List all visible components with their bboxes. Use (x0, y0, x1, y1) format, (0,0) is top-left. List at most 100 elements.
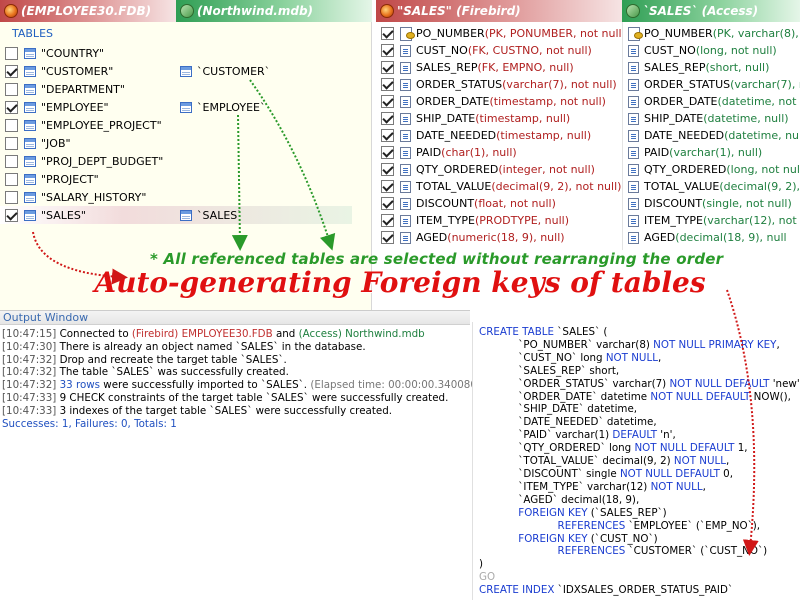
field-row[interactable]: SHIP_DATE (timestamp, null) (376, 110, 570, 127)
table-checkbox[interactable] (5, 46, 18, 60)
table-checkbox[interactable] (5, 190, 18, 204)
output-log: [10:47:15] Connected to (Firebird) EMPLO… (0, 325, 487, 433)
table-row[interactable]: "DEPARTMENT" (0, 80, 352, 98)
field-checkbox[interactable] (381, 214, 394, 227)
log-summary: Successes: 1, Failures: 0, Totals: 1 (2, 417, 177, 430)
field-row[interactable]: ORDER_DATE (datetime, not nul (623, 93, 800, 110)
table-checkbox[interactable] (5, 172, 18, 186)
source-db-name: (EMPLOYEE30.FDB) (21, 4, 152, 18)
field-row[interactable]: DATE_NEEDED (timestamp, null) (376, 127, 591, 144)
field-checkbox[interactable] (381, 78, 394, 91)
field-checkbox[interactable] (381, 44, 394, 57)
log-segment: (Access) Northwind.mdb (298, 328, 425, 340)
field-icon (400, 146, 411, 159)
table-row[interactable]: "JOB" (0, 134, 352, 152)
field-row[interactable]: ITEM_TYPE (PRODTYPE, null) (376, 212, 569, 229)
table-icon (24, 65, 36, 77)
target-fields-title: `SALES` (Access) (643, 4, 759, 18)
target-table-name: `EMPLOYEE` (197, 100, 266, 114)
table-row[interactable]: "SALARY_HISTORY" (0, 188, 352, 206)
table-row[interactable]: "SALES" `SALES` (0, 206, 352, 224)
log-segment: 33 rows (59, 379, 101, 392)
field-checkbox[interactable] (381, 197, 394, 210)
field-row[interactable]: SHIP_DATE (datetime, null) (623, 110, 789, 127)
table-checkbox[interactable] (5, 154, 18, 168)
field-row[interactable]: ITEM_TYPE (varchar(12), not n (623, 212, 800, 229)
field-row[interactable]: ORDER_STATUS (varchar(7), not null) (376, 76, 617, 93)
sql-segment: 'n', (657, 429, 676, 442)
table-checkbox[interactable] (5, 208, 18, 222)
table-row[interactable]: "PROJ_DEPT_BUDGET" (0, 152, 352, 170)
sql-segment: `AGED` decimal(18, 9), (479, 493, 640, 506)
table-icon (24, 191, 36, 203)
field-icon (628, 95, 639, 108)
table-row[interactable]: "COUNTRY" (0, 44, 352, 62)
field-checkbox[interactable] (381, 163, 394, 176)
table-row[interactable]: "EMPLOYEE_PROJECT" (0, 116, 352, 134)
field-checkbox[interactable] (381, 112, 394, 125)
sql-segment: `DATE_NEEDED` datetime, (479, 416, 657, 429)
log-line: [10:47:33] 3 indexes of the target table… (2, 405, 468, 418)
table-checkbox[interactable] (5, 136, 18, 150)
field-row[interactable]: ORDER_STATUS (varchar(7), not n (623, 76, 800, 93)
field-row[interactable]: AGED (decimal(18, 9), null (623, 229, 787, 246)
field-row[interactable]: DISCOUNT (single, not null) (623, 195, 792, 212)
field-checkbox[interactable] (381, 95, 394, 108)
table-checkbox[interactable] (5, 118, 18, 132)
field-row[interactable]: PAID (varchar(1), null) (623, 144, 762, 161)
field-row[interactable]: DISCOUNT (float, not null) (376, 195, 556, 212)
field-row[interactable]: QTY_ORDERED (integer, not null) (376, 161, 595, 178)
field-row[interactable]: CUST_NO (long, not null) (623, 42, 777, 59)
log-line: [10:47:30] There is already an object na… (2, 341, 468, 354)
output-window: Output Window [10:47:15] Connected to (F… (0, 310, 487, 600)
field-checkbox[interactable] (381, 27, 394, 40)
field-row[interactable]: CUST_NO (FK, CUSTNO, not null) (376, 42, 592, 59)
table-checkbox[interactable] (5, 100, 18, 114)
table-row[interactable]: "EMPLOYEE" `EMPLOYEE` (0, 98, 352, 116)
sql-segment: , (657, 351, 662, 364)
field-type: (numeric(18, 9), null) (447, 231, 565, 244)
field-checkbox[interactable] (381, 231, 394, 244)
sql-segment: `DISCOUNT` single (479, 467, 620, 480)
sql-line: `QTY_ORDERED` long NOT NULL DEFAULT 1, (479, 442, 800, 455)
table-row[interactable]: "CUSTOMER" `CUSTOMER` (0, 62, 352, 80)
field-row[interactable]: SALES_REP (FK, EMPNO, null) (376, 59, 574, 76)
field-row[interactable]: QTY_ORDERED (long, not null) (623, 161, 800, 178)
field-row[interactable]: PO_NUMBER (PK, PONUMBER, not null) (376, 25, 622, 42)
field-icon (628, 44, 639, 57)
table-checkbox[interactable] (5, 64, 18, 78)
field-type: (varchar(7), not n (730, 78, 800, 91)
sql-line: `ITEM_TYPE` varchar(12) NOT NULL, (479, 481, 800, 494)
field-checkbox[interactable] (381, 61, 394, 74)
table-row[interactable]: "PROJECT" (0, 170, 352, 188)
sql-line: FOREIGN KEY (`SALES_REP`) (479, 507, 800, 520)
log-segment: Drop and recreate the target table `SALE… (59, 353, 287, 366)
field-row[interactable]: DATE_NEEDED (datetime, null) (623, 127, 800, 144)
field-row[interactable]: TOTAL_VALUE (decimal(9, 2), no (623, 178, 800, 195)
table-name: "PROJ_DEPT_BUDGET" (41, 154, 164, 168)
table-checkbox[interactable] (5, 82, 18, 96)
field-row[interactable]: PO_NUMBER (PK, varchar(8), no (623, 25, 800, 42)
sql-segment: (`CUST_NO`) (587, 532, 658, 545)
sql-script-view[interactable]: CREATE TABLE `SALES` ( `PO_NUMBER` varch… (472, 322, 800, 600)
field-type: (timestamp, null) (475, 112, 571, 125)
field-checkbox[interactable] (381, 146, 394, 159)
field-type: (decimal(9, 2), no (719, 180, 800, 193)
field-type: (decimal(9, 2), not null) (491, 180, 622, 193)
sql-segment: , (776, 338, 780, 351)
main-title: Auto-generating Foreign keys of tables (94, 266, 706, 299)
field-checkbox[interactable] (381, 180, 394, 193)
log-line: [10:47:15] Connected to (Firebird) EMPLO… (2, 328, 468, 341)
field-row[interactable]: PAID (char(1), null) (376, 144, 517, 161)
field-name: SHIP_DATE (644, 112, 704, 125)
field-type: (datetime, not nul (717, 95, 800, 108)
table-icon (180, 65, 192, 77)
field-type: (datetime, null) (724, 129, 800, 142)
field-row[interactable]: SALES_REP (short, null) (623, 59, 769, 76)
field-name: ORDER_STATUS (416, 78, 503, 91)
sql-line: CREATE TABLE `SALES` ( (479, 326, 800, 339)
field-row[interactable]: AGED (numeric(18, 9), null) (376, 229, 565, 246)
field-checkbox[interactable] (381, 129, 394, 142)
field-row[interactable]: TOTAL_VALUE (decimal(9, 2), not null) (376, 178, 621, 195)
field-row[interactable]: ORDER_DATE (timestamp, not null) (376, 93, 606, 110)
